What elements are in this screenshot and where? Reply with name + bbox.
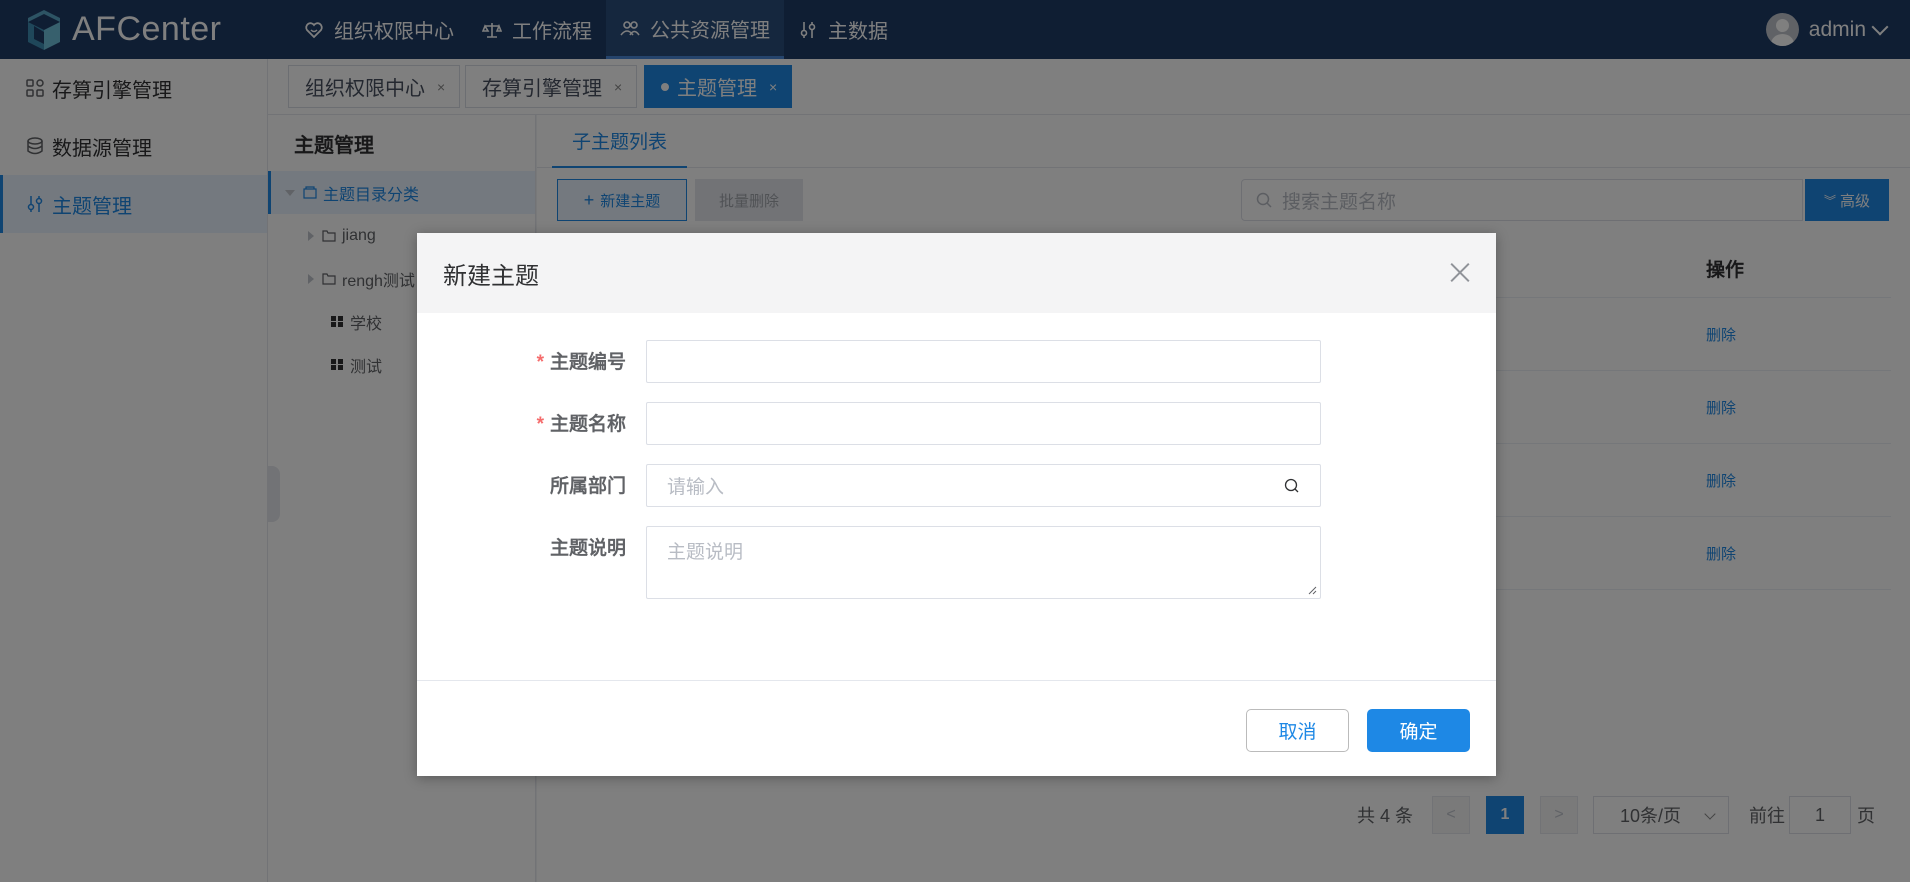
dialog-title: 新建主题: [443, 262, 539, 290]
field-label-text: 主题说明: [549, 538, 626, 559]
required-mark: *: [536, 414, 544, 435]
search-icon[interactable]: [1284, 478, 1300, 494]
field-label-text: 主题名称: [549, 414, 626, 435]
field-label-text: 所属部门: [549, 476, 626, 497]
confirm-button[interactable]: 确定: [1367, 709, 1470, 752]
department-placeholder: 请输入: [667, 477, 725, 498]
topic-name-input[interactable]: [646, 402, 1321, 445]
close-icon[interactable]: [1448, 260, 1472, 284]
resize-grip-icon[interactable]: [1307, 585, 1317, 595]
dialog-header: 新建主题: [417, 233, 1496, 313]
new-topic-dialog: 新建主题 * 主题编号 * 主题名称 所属部门 请输入 主题说明 主题说明 取消 确…: [417, 233, 1496, 776]
description-textarea[interactable]: 主题说明: [646, 526, 1321, 599]
field-label-text: 主题编号: [549, 352, 626, 373]
topic-code-input[interactable]: [646, 340, 1321, 383]
description-placeholder: 主题说明: [667, 542, 744, 563]
field-label: * 主题名称: [537, 409, 626, 436]
department-input[interactable]: 请输入: [646, 464, 1321, 507]
required-mark: *: [536, 352, 544, 373]
field-label: 主题说明: [550, 533, 626, 560]
field-label: 所属部门: [550, 471, 626, 498]
cancel-button[interactable]: 取消: [1246, 709, 1349, 752]
dialog-footer-divider: [417, 680, 1496, 681]
field-label: * 主题编号: [537, 347, 626, 374]
